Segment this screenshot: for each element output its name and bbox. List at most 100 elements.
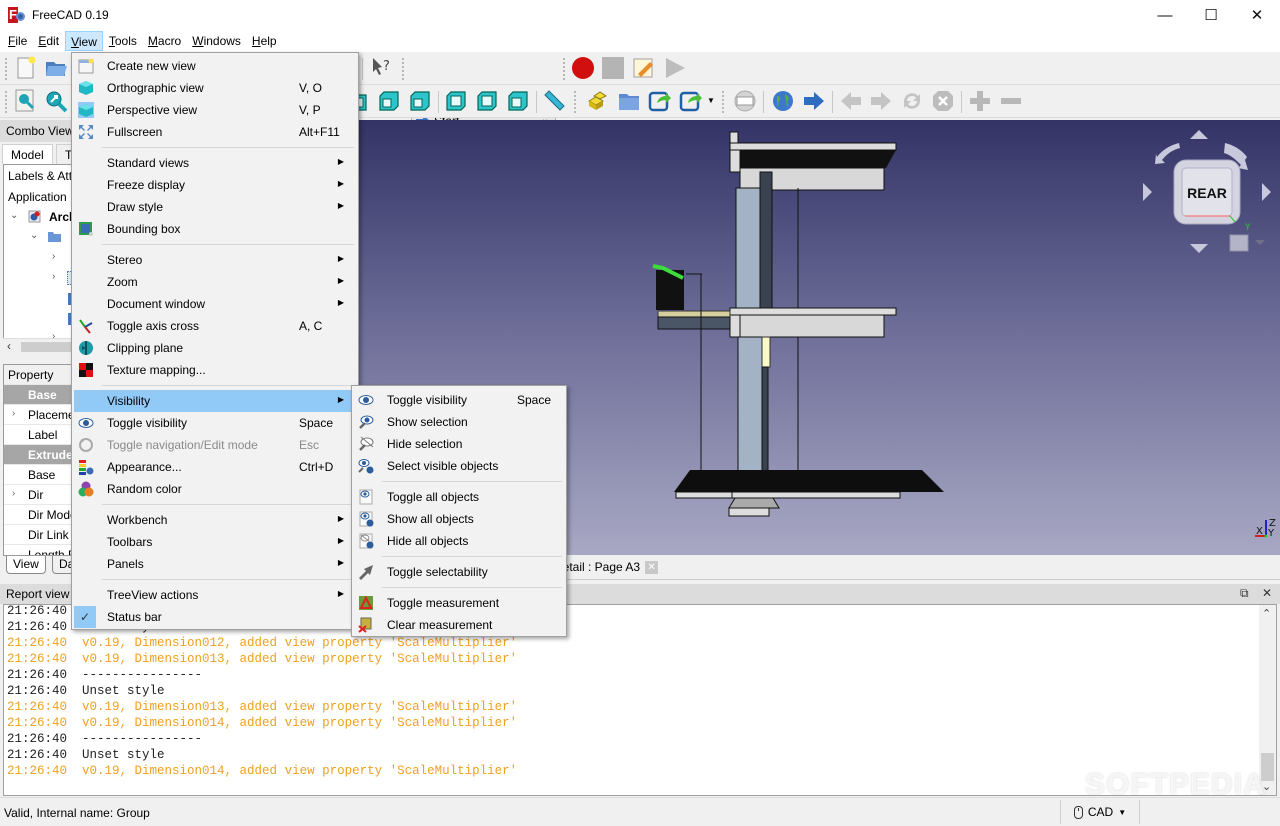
menu-item-treeview-actions[interactable]: TreeView actions ▶ [74,584,356,606]
fit-all-icon[interactable] [14,89,38,113]
menu-macro[interactable]: Macro [143,31,186,51]
nav-rotate-left-icon[interactable] [1143,183,1152,201]
menu-item-orthographic-view[interactable]: Orthographic view V, O [74,77,356,99]
menu-item-perspective-view[interactable]: Perspective view V, P [74,99,356,121]
property-group[interactable]: Extrude [4,445,71,465]
web-forward-icon[interactable] [869,89,893,113]
web-go-icon[interactable] [802,89,826,113]
zoom-out-icon[interactable] [999,89,1023,113]
link-actions-icon[interactable] [679,89,703,113]
web-refresh-icon[interactable] [900,89,924,113]
tab-model[interactable]: Model [2,144,53,164]
macro-execute-icon[interactable] [663,56,687,80]
view-menu-cube-icon[interactable] [1229,234,1249,252]
close-panel-icon[interactable]: ✕ [1262,586,1272,600]
menu-item-fullscreen[interactable]: Fullscreen Alt+F11 [74,121,356,143]
property-row[interactable]: Base [4,465,71,485]
menu-item-toggle-visibility[interactable]: Toggle visibility Space [354,389,564,411]
view-rear-icon[interactable] [377,89,401,113]
menu-view[interactable]: View [65,31,103,51]
menu-item-toolbars[interactable]: Toolbars ▶ [74,531,356,553]
view-top-alt-icon[interactable] [475,89,499,113]
menu-item-zoom[interactable]: Zoom ▶ [74,271,356,293]
close-tab-icon[interactable]: ✕ [645,560,659,574]
property-row[interactable]: Dir Link [4,525,71,545]
menu-item-show-all-objects[interactable]: Show all objects [354,508,564,530]
expand-chevron-icon[interactable]: ⌄ [10,210,18,221]
property-row[interactable]: › Dir [4,485,71,505]
web-home-icon[interactable] [771,89,795,113]
whats-this-icon[interactable]: ? [370,56,394,80]
scrollbar-thumb[interactable] [21,342,72,352]
group-icon[interactable] [617,89,641,113]
minimize-button[interactable]: — [1142,0,1188,30]
property-row[interactable]: Dir Mode [4,505,71,525]
property-group[interactable]: Base [4,385,71,405]
toolbar-grip[interactable] [563,58,566,80]
menu-item-random-color[interactable]: Random color [74,478,356,500]
property-row[interactable]: › Placement [4,405,71,425]
menu-tools[interactable]: Tools [104,31,142,51]
menu-item-hide-selection[interactable]: Hide selection [354,433,564,455]
property-row[interactable]: Length Fwd [4,545,71,555]
menu-item-document-window[interactable]: Document window ▶ [74,293,356,315]
menu-item-panels[interactable]: Panels ▶ [74,553,356,575]
toolbar-grip[interactable] [5,91,8,113]
menu-item-hide-all-objects[interactable]: Hide all objects [354,530,564,552]
tree-root-arch[interactable]: Arch [49,210,71,224]
web-stop-icon[interactable] [931,89,955,113]
navigation-cube[interactable]: REAR Y [1130,120,1280,270]
link-icon[interactable] [648,89,672,113]
dropdown-arrow-icon[interactable]: ▼ [707,96,715,105]
menu-item-visibility[interactable]: Visibility ▶ [74,390,356,412]
tab-view[interactable]: View [6,556,46,574]
menu-item-appearance[interactable]: Appearance... Ctrl+D [74,456,356,478]
web-back-icon[interactable] [839,89,863,113]
close-button[interactable]: ✕ [1234,0,1280,30]
menu-item-clipping-plane[interactable]: Clipping plane [74,337,356,359]
menu-item-status-bar[interactable]: ✓ Status bar [74,606,356,628]
expand-chevron-icon[interactable]: ⌄ [30,230,38,241]
scroll-up-icon[interactable]: ⌃ [1262,607,1271,620]
navigation-style-selector[interactable]: CAD ▼ [1060,800,1140,824]
expand-chevron-icon[interactable]: › [12,408,15,419]
expand-chevron-icon[interactable]: › [12,488,15,499]
new-document-icon[interactable] [14,56,38,80]
toolbar-grip[interactable] [574,91,577,113]
web-placeholder-icon[interactable] [733,89,757,113]
macro-edit-icon[interactable] [632,56,656,80]
tree-horizontal-scrollbar[interactable]: ‹ [3,338,72,354]
view-bottom-icon[interactable] [408,89,432,113]
menu-item-clear-measurement[interactable]: Clear measurement [354,614,564,636]
view-front-alt-icon[interactable] [444,89,468,113]
fit-selection-icon[interactable] [44,89,68,113]
open-document-icon[interactable] [44,56,68,80]
nav-rotate-down-icon[interactable] [1190,244,1208,253]
maximize-button[interactable]: ☐ [1188,0,1234,30]
menu-item-bounding-box[interactable]: Bounding box [74,218,356,240]
toolbar-grip[interactable] [402,58,405,80]
menu-item-create-new-view[interactable]: Create new view [74,55,356,77]
toolbar-grip[interactable] [5,58,8,80]
menu-edit[interactable]: Edit [33,31,64,51]
menu-item-select-visible-objects[interactable]: Select visible objects [354,455,564,477]
report-vertical-scrollbar[interactable]: ⌃ ⌄ [1259,605,1276,795]
expand-chevron-icon[interactable]: › [52,251,55,262]
toolbar-grip[interactable] [722,91,725,113]
macro-stop-icon[interactable] [601,56,625,80]
expand-chevron-icon[interactable]: › [52,271,55,282]
menu-item-stereo[interactable]: Stereo ▶ [74,249,356,271]
nav-roll-left-icon[interactable] [1155,143,1180,164]
nav-rotate-right-icon[interactable] [1262,183,1271,201]
menu-item-toggle-visibility[interactable]: Toggle visibility Space [74,412,356,434]
float-panel-icon[interactable]: ⧉ [1240,586,1249,601]
macro-record-icon[interactable] [571,56,595,80]
nav-rotate-up-icon[interactable] [1190,130,1208,139]
menu-item-toggle-all-objects[interactable]: Toggle all objects [354,486,564,508]
property-row[interactable]: Label [4,425,71,445]
menu-item-standard-views[interactable]: Standard views ▶ [74,152,356,174]
menu-item-texture-mapping[interactable]: Texture mapping... [74,359,356,381]
scroll-left-icon[interactable]: ‹ [7,339,11,353]
part-icon[interactable] [586,89,610,113]
menu-item-show-selection[interactable]: Show selection [354,411,564,433]
